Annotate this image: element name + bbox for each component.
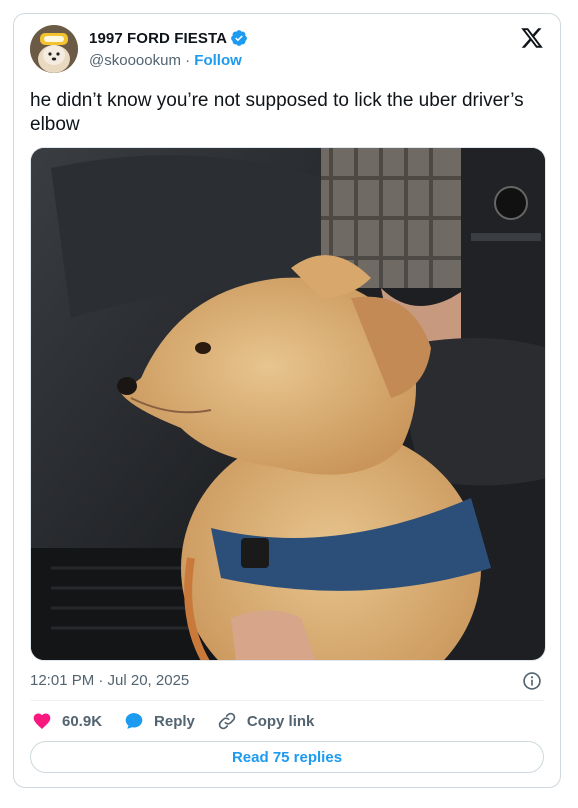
dog-photo-image: [31, 148, 545, 660]
display-name[interactable]: 1997 FORD FIESTA: [89, 30, 227, 47]
verified-badge-icon: [231, 30, 247, 46]
tweet-card: 1997 FORD FIESTA @skooookum · Follow he …: [13, 13, 561, 788]
read-replies-button[interactable]: Read 75 replies: [30, 741, 544, 773]
tweet-timestamp[interactable]: 12:01 PM · Jul 20, 2025: [30, 672, 189, 689]
info-icon[interactable]: [522, 671, 542, 691]
follow-button[interactable]: Follow: [194, 52, 242, 69]
copy-link-button[interactable]: Copy link: [217, 711, 315, 731]
x-logo-icon[interactable]: [520, 26, 544, 50]
avatar-image: [30, 25, 78, 73]
author-name-row: 1997 FORD FIESTA: [89, 29, 248, 47]
avatar[interactable]: [30, 25, 78, 73]
reply-bubble-icon: [125, 713, 143, 729]
heart-icon: [33, 713, 51, 729]
tweet-text: he didn’t know you’re not supposed to li…: [30, 90, 524, 135]
handle[interactable]: @skooookum: [89, 52, 181, 69]
action-bar: 60.9K Reply Copy link: [32, 711, 336, 731]
tweet-photo[interactable]: [30, 147, 546, 661]
like-button[interactable]: 60.9K: [32, 711, 102, 731]
link-icon: [218, 712, 236, 730]
reply-button[interactable]: Reply: [124, 711, 195, 731]
copy-link-label: Copy link: [246, 712, 315, 730]
like-count: 60.9K: [62, 712, 103, 730]
reply-label: Reply: [154, 712, 195, 730]
handle-separator: ·: [180, 52, 195, 69]
divider: [30, 700, 544, 701]
handle-row: @skooookum · Follow: [89, 52, 242, 69]
